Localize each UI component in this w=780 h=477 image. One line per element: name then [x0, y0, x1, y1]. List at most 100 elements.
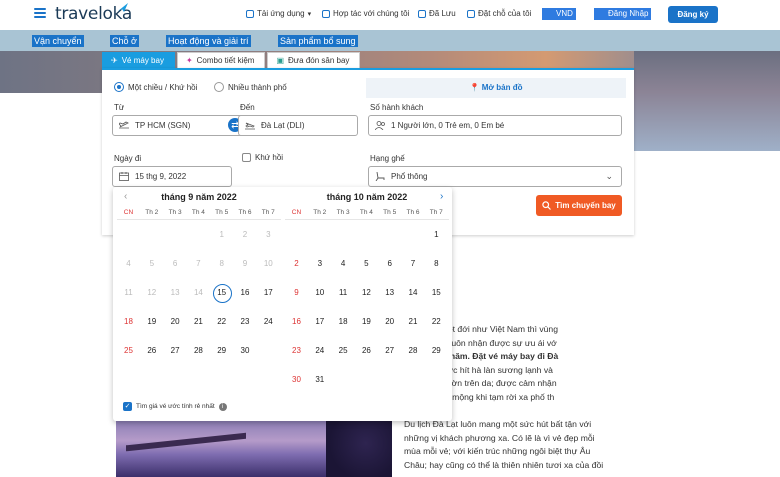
search-icon — [542, 201, 552, 210]
category-accommodation[interactable]: Chỗ ở — [110, 35, 139, 47]
calendar-day[interactable]: 18 — [117, 314, 140, 330]
calendar-day[interactable]: 23 — [285, 343, 308, 359]
weekday-label: Th 4 — [359, 209, 373, 216]
weekday-label: Th 7 — [261, 209, 275, 216]
calendar-day[interactable]: 19 — [140, 314, 163, 330]
nav-saved[interactable]: Đã Lưu — [418, 9, 456, 18]
calendar-day: 11 — [124, 288, 133, 297]
calendar-day[interactable]: 30 — [285, 372, 308, 388]
checkbox-checked-icon: ✓ — [123, 402, 132, 411]
calendar-day[interactable]: 15 — [210, 284, 233, 303]
calendar-day[interactable]: 29 — [425, 343, 448, 359]
tab-combo[interactable]: ✦ Combo tiết kiệm — [176, 52, 266, 68]
calendar-day[interactable]: 7 — [402, 256, 425, 272]
open-map-button[interactable]: 📍 Mở bản đồ — [366, 78, 626, 98]
return-checkbox[interactable]: Khứ hồi — [242, 153, 283, 162]
divider — [117, 219, 281, 220]
calendar-day[interactable]: 22 — [425, 314, 448, 330]
product-tabs: ✈ Vé máy bay ✦ Combo tiết kiệm ▣ Đưa đón… — [102, 52, 361, 68]
calendar-day[interactable]: 22 — [210, 314, 233, 330]
category-transport[interactable]: Vận chuyển — [32, 35, 84, 47]
calendar-day: 6 — [172, 259, 178, 268]
calendar-day[interactable]: 18 — [332, 314, 355, 330]
trip-type-multicity[interactable]: Nhiều thành phố — [214, 82, 287, 92]
calendar-day[interactable]: 24 — [257, 314, 280, 330]
calendar-day[interactable]: 25 — [117, 343, 140, 359]
tab-airport-transfer[interactable]: ▣ Đưa đón sân bay — [267, 52, 361, 68]
calendar-day[interactable]: 28 — [402, 343, 425, 359]
calendar-day[interactable]: 12 — [355, 285, 378, 301]
calendar-day[interactable]: 11 — [332, 285, 355, 301]
calendar-day[interactable]: 23 — [234, 314, 257, 330]
menu-icon[interactable] — [34, 8, 46, 18]
calendar-day: 5 — [149, 259, 155, 268]
info-icon[interactable]: i — [218, 402, 227, 411]
plane-icon: ✈ — [111, 55, 118, 65]
passengers-input[interactable]: 1 Người lớn, 0 Trẻ em, 0 Em bé — [368, 115, 622, 136]
calendar-day[interactable]: 16 — [234, 285, 257, 301]
calendar-day[interactable]: 30 — [234, 343, 257, 359]
tab-flights[interactable]: ✈ Vé máy bay — [102, 52, 175, 68]
calendar-day[interactable]: 26 — [355, 343, 378, 359]
calendar-day[interactable]: 8 — [425, 256, 448, 272]
calendar-day[interactable]: 9 — [285, 285, 308, 301]
calendar-day[interactable]: 26 — [140, 343, 163, 359]
calendar-day[interactable]: 21 — [402, 314, 425, 330]
calendar-day[interactable]: 15 — [425, 285, 448, 301]
calendar-day[interactable]: 24 — [308, 343, 331, 359]
calendar-day[interactable]: 1 — [425, 227, 448, 243]
calendar-day[interactable]: 17 — [257, 285, 280, 301]
chevron-down-icon: ▾ — [307, 10, 312, 18]
weekday-label: Th 7 — [429, 209, 443, 216]
calendar-day[interactable]: 21 — [187, 314, 210, 330]
calendar-day[interactable]: 20 — [378, 314, 401, 330]
list-icon — [467, 9, 475, 18]
calendar-day[interactable]: 3 — [308, 256, 331, 272]
calendar-day[interactable]: 4 — [332, 256, 355, 272]
weekday-label: CN — [291, 209, 302, 216]
register-button[interactable]: Đăng ký — [668, 6, 718, 23]
calendar-day[interactable]: 10 — [308, 285, 331, 301]
depart-date-input[interactable]: 15 thg 9, 2022 — [112, 166, 232, 187]
calendar-day[interactable]: 29 — [210, 343, 233, 359]
calendar-day[interactable]: 25 — [332, 343, 355, 359]
seat-class-select[interactable]: Phổ thông ⌄ — [368, 166, 622, 187]
chevron-down-icon: ⌄ — [605, 171, 613, 181]
to-input[interactable]: Đà Lạt (DLI) — [238, 115, 358, 136]
currency-selector[interactable]: VND — [542, 8, 576, 20]
divider — [285, 219, 449, 220]
trip-type-oneway-roundtrip[interactable]: Một chiều / Khứ hồi — [114, 82, 197, 92]
nav-partner[interactable]: Hợp tác với chúng tôi — [322, 9, 409, 18]
calendar-day[interactable]: 13 — [378, 285, 401, 301]
calendar-day[interactable]: 16 — [285, 314, 308, 330]
month-title: tháng 9 năm 2022 — [161, 192, 237, 202]
search-flights-button[interactable]: Tìm chuyến bay — [536, 195, 622, 216]
nav-download-app[interactable]: Tải ứng dụng ▾ — [246, 9, 311, 18]
seat-icon — [375, 172, 385, 181]
calendar-day[interactable]: 28 — [187, 343, 210, 359]
login-button[interactable]: Đăng Nhập — [594, 8, 652, 20]
nav-my-bookings[interactable]: Đặt chỗ của tôi — [467, 9, 531, 18]
weekday-label: CN — [123, 209, 134, 216]
category-activities[interactable]: Hoạt động và giải trí — [166, 35, 251, 47]
hero-banner-side — [634, 51, 780, 151]
calendar-day[interactable]: 27 — [164, 343, 187, 359]
weekday-label: Th 4 — [191, 209, 205, 216]
from-input[interactable]: TP HCM (SGN) — [112, 115, 244, 136]
from-label: Từ — [114, 103, 125, 112]
landing-icon — [245, 122, 255, 130]
calendar-day[interactable]: 27 — [378, 343, 401, 359]
category-bar: Vận chuyển Chỗ ở Hoạt động và giải trí S… — [0, 30, 780, 51]
calendar-day: 4 — [126, 259, 131, 268]
calendar-day[interactable]: 31 — [308, 372, 331, 388]
calendar-day[interactable]: 6 — [378, 256, 401, 272]
cheapest-fare-toggle[interactable]: ✓ Tìm giá vé ước tính rẻ nhất i — [123, 402, 227, 411]
calendar-day[interactable]: 5 — [355, 256, 378, 272]
calendar-day[interactable]: 20 — [164, 314, 187, 330]
calendar-day[interactable]: 2 — [285, 256, 308, 272]
calendar-day[interactable]: 14 — [402, 285, 425, 301]
article-paragraph-2: Du lịch Đà Lạt luôn mang một sức hút bất… — [404, 419, 604, 470]
calendar-day[interactable]: 17 — [308, 314, 331, 330]
calendar-day[interactable]: 19 — [355, 314, 378, 330]
category-extras[interactable]: Sản phẩm bổ sung — [278, 35, 358, 47]
